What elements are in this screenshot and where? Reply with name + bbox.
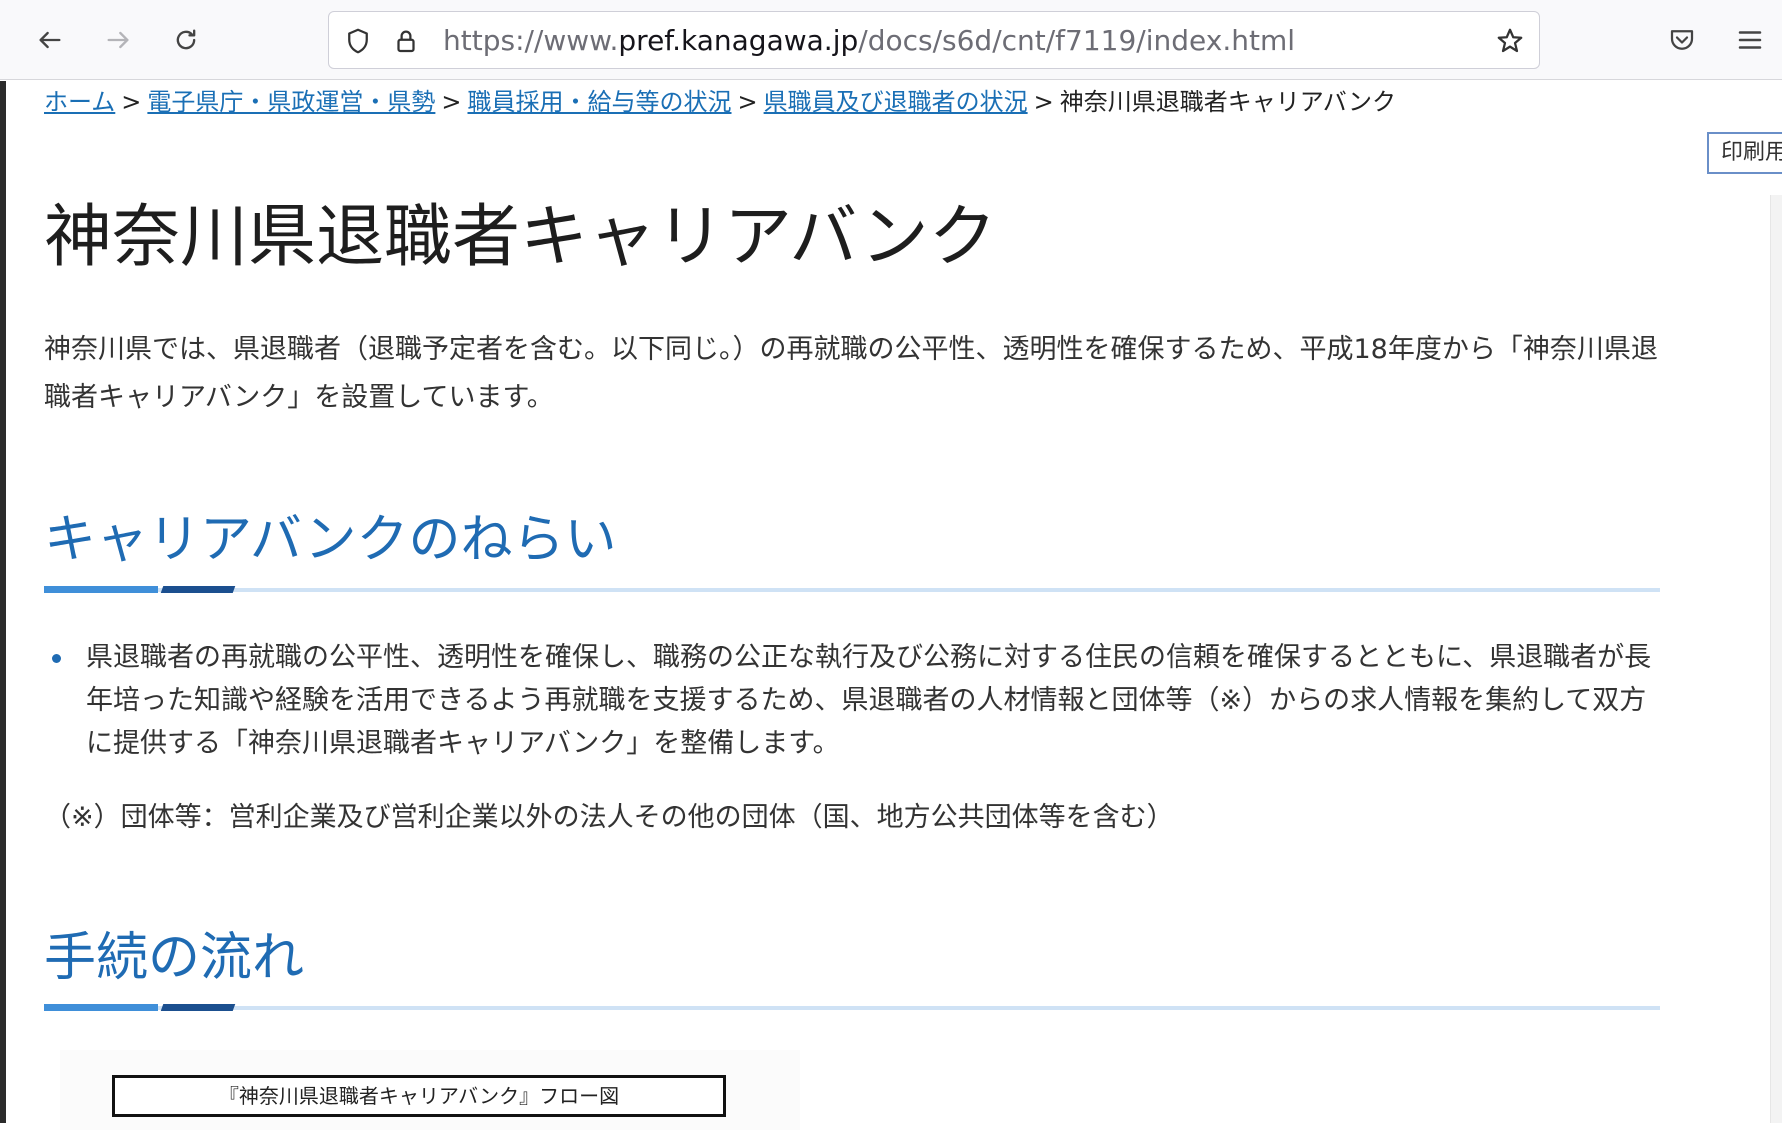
pocket-icon[interactable] (1662, 20, 1702, 60)
star-icon[interactable] (1495, 26, 1525, 56)
hamburger-menu-icon[interactable] (1730, 20, 1770, 60)
breadcrumb-link-home[interactable]: ホーム (44, 88, 115, 116)
heading-underline (44, 586, 1660, 593)
breadcrumb-separator: > (121, 88, 142, 116)
window-edge (0, 81, 6, 1123)
heading-underline (44, 1004, 1660, 1011)
breadcrumb-link-e-government[interactable]: 電子県庁・県政運営・県勢 (147, 88, 435, 116)
reload-icon[interactable] (166, 20, 206, 60)
breadcrumb-separator: > (737, 88, 758, 116)
section-heading-flow: 手続の流れ (44, 928, 305, 988)
print-button[interactable]: 印刷用 (1707, 132, 1782, 174)
breadcrumb: ホーム > 電子県庁・県政運営・県勢 > 職員採用・給与等の状況 > 県職員及び退職者の状況… (44, 86, 1396, 118)
breadcrumb-link-recruitment[interactable]: 職員採用・給与等の状況 (468, 88, 732, 116)
shield-icon[interactable] (343, 26, 373, 56)
breadcrumb-current: 神奈川県退職者キャリアバンク (1059, 88, 1396, 116)
browser-toolbar: https://www.pref.kanagawa.jp/docs/s6d/cn… (0, 0, 1782, 80)
list-item: 県退職者の再就職の公平性、透明性を確保し、職務の公正な執行及び公務に対する住民の… (44, 636, 1664, 765)
breadcrumb-separator: > (441, 88, 462, 116)
aim-note: （※）団体等：営利企業及び営利企業以外の法人その他の団体（国、地方公共団体等を含… (44, 802, 1174, 833)
page-title: 神奈川県退職者キャリアバンク (44, 198, 997, 277)
intro-text: 神奈川県では、県退職者（退職予定者を含む。以下同じ。）の再就職の公平性、透明性を… (44, 334, 1658, 413)
back-arrow-icon[interactable] (30, 20, 70, 60)
breadcrumb-separator: > (1033, 88, 1054, 116)
right-sidebar-edge (1770, 195, 1782, 1123)
url-text[interactable]: https://www.pref.kanagawa.jp/docs/s6d/cn… (443, 26, 1295, 56)
section-heading-aim: キャリアバンクのねらい (44, 510, 617, 570)
forward-arrow-icon[interactable] (98, 20, 138, 60)
aim-bullet-text: 県退職者の再就職の公平性、透明性を確保し、職務の公正な執行及び公務に対する住民の… (86, 642, 1652, 759)
breadcrumb-link-staff-status[interactable]: 県職員及び退職者の状況 (764, 88, 1028, 116)
url-bar[interactable]: https://www.pref.kanagawa.jp/docs/s6d/cn… (328, 11, 1540, 69)
aim-bullet-list: 県退職者の再就職の公平性、透明性を確保し、職務の公正な執行及び公務に対する住民の… (44, 636, 1664, 765)
bullet-icon (52, 654, 61, 663)
flow-diagram-title: 『神奈川県退職者キャリアバンク』フロー図 (112, 1075, 726, 1117)
lock-icon[interactable] (391, 26, 421, 56)
